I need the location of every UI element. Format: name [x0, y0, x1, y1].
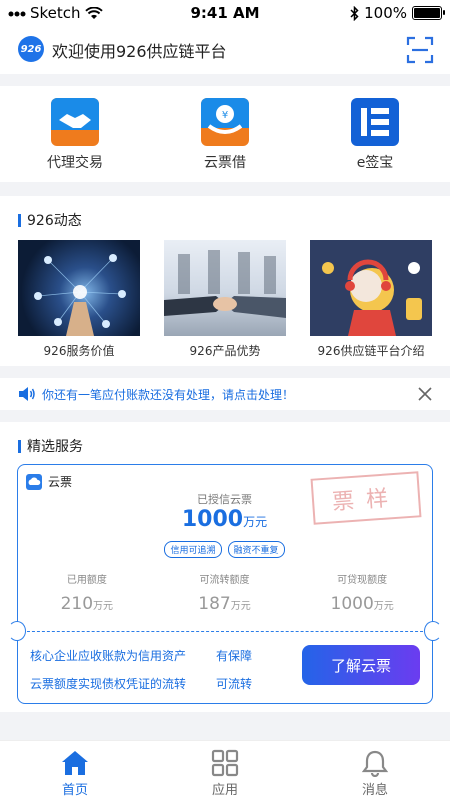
notice-bar[interactable]: 你还有一笔应付账款还没有处理，请点击处理！	[0, 378, 450, 410]
e-sign-icon	[351, 98, 399, 146]
tab-label: 应用	[211, 783, 238, 798]
close-icon[interactable]	[416, 385, 434, 403]
tab-label: 首页	[61, 783, 88, 798]
credit-label: 已授信云票	[197, 493, 252, 506]
news-image	[310, 240, 432, 336]
news-section: 926动态 926服务价值 926产品优势 926供应链平台介绍	[0, 196, 450, 366]
status-bar: Sketch 9:41 AM 100%	[0, 0, 450, 26]
tab-messages[interactable]: 消息	[320, 741, 430, 800]
news-card[interactable]: 926产品优势	[164, 240, 286, 359]
feature-line: 云票额度实现债权凭证的流转 可流转	[30, 677, 253, 691]
svg-text:¥: ¥	[222, 110, 228, 121]
stat-cashable: 可贷现额度 1000万元	[330, 575, 394, 614]
news-image	[164, 240, 286, 336]
news-label: 926服务价值	[43, 344, 115, 358]
app-label: 云票借	[204, 155, 246, 171]
bluetooth-icon	[350, 5, 359, 21]
tab-label: 消息	[361, 783, 388, 798]
tab-bar: 首页 应用 消息	[0, 740, 450, 800]
cloud-icon	[26, 473, 42, 490]
bell-icon	[361, 750, 389, 777]
ticket-notch	[424, 621, 442, 641]
credit-value: 1000万元	[181, 507, 268, 532]
hand-coin-icon: ¥	[201, 98, 249, 146]
news-image	[18, 240, 140, 336]
app-esign[interactable]: e签宝	[310, 86, 440, 182]
feature-line: 核心企业应收账款为信用资产 有保障	[30, 649, 253, 663]
featured-section: 精选服务 云票 票样 已授信云票 1000万元 信用可追溯 融资不重复 已用额度…	[0, 422, 450, 712]
battery-percent: 100%	[364, 4, 407, 22]
card-tag: 云票	[26, 473, 72, 490]
quick-apps: 代理交易 ¥ 云票借 e签宝	[0, 86, 450, 182]
ticket-notch	[8, 621, 26, 641]
feature-chip: 信用可追溯	[164, 541, 222, 558]
app-agent-trade[interactable]: 代理交易	[10, 86, 140, 182]
tab-home[interactable]: 首页	[20, 741, 130, 800]
tab-apps[interactable]: 应用	[170, 741, 280, 800]
divider	[22, 631, 428, 632]
grid-icon	[211, 749, 239, 777]
news-label: 926供应链平台介绍	[317, 344, 425, 358]
scan-icon[interactable]	[406, 36, 434, 64]
feature-chip: 融资不重复	[227, 541, 285, 558]
stat-used: 已用额度 210万元	[60, 575, 114, 614]
page-title: 欢迎使用926供应链平台	[52, 42, 227, 61]
stat-transferable: 可流转额度 187万元	[198, 575, 251, 614]
news-label: 926产品优势	[189, 344, 261, 358]
section-title: 926动态	[18, 210, 82, 230]
notice-text[interactable]: 你还有一笔应付账款还没有处理，请点击处理！	[42, 386, 294, 403]
news-card[interactable]: 926服务价值	[18, 240, 140, 359]
app-cloud-loan[interactable]: ¥ 云票借	[160, 86, 290, 182]
logo-icon: 926	[18, 36, 44, 62]
card-tag-label: 云票	[48, 475, 73, 489]
section-title: 精选服务	[18, 436, 83, 456]
news-card[interactable]: 926供应链平台介绍	[310, 240, 432, 359]
app-header: 926 欢迎使用926供应链平台	[0, 26, 450, 74]
battery-icon	[412, 6, 445, 20]
app-label: 代理交易	[47, 155, 103, 171]
home-icon	[62, 751, 88, 775]
cloud-ticket-card[interactable]: 云票 票样 已授信云票 1000万元 信用可追溯 融资不重复 已用额度 210万…	[8, 464, 442, 704]
speaker-icon	[19, 387, 35, 401]
handshake-icon	[51, 98, 99, 146]
app-label: e签宝	[356, 155, 394, 171]
learn-cloud-ticket-button[interactable]: 了解云票	[302, 645, 420, 685]
